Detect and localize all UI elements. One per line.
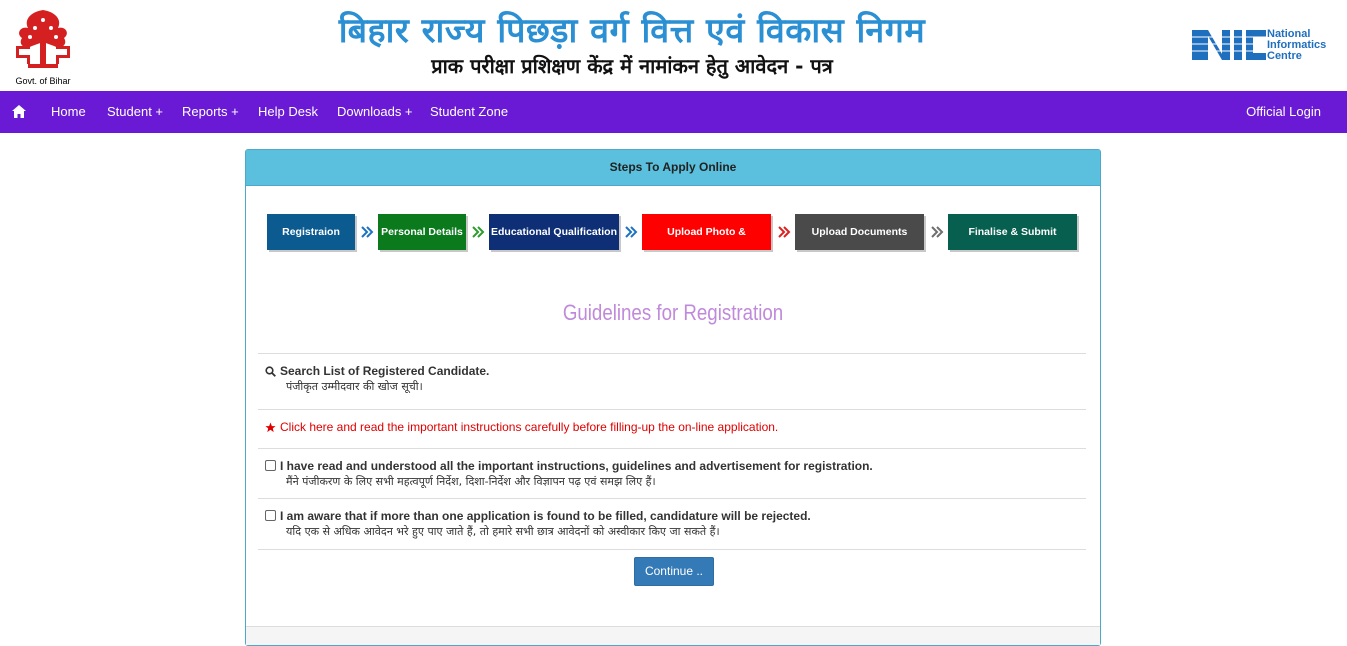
search-registered-link[interactable]: Search List of Registered Candidate. [265,364,489,380]
step-finalise-submit: Finalise & Submit [948,214,1077,250]
star-icon [265,422,276,436]
step-upload-documents: Upload Documents [795,214,924,250]
agree-row-2: I am aware that if more than one applica… [258,498,1086,550]
page-header: Govt. of Bihar बिहार राज्य पिछड़ा वर्ग व… [0,0,1347,91]
nav-student[interactable]: Student + [107,104,163,119]
nav-reports[interactable]: Reports + [182,104,239,119]
chevron-right-icon [777,225,791,239]
agree-hindi-2: यदि एक से अधिक आवेदन भरे हुए पाए जाते है… [286,525,720,538]
page-subtitle: प्राक परीक्षा प्रशिक्षण केंद्र में नामां… [431,54,833,78]
agree-checkbox-1[interactable] [265,460,276,471]
steps-panel: Steps To Apply Online Registraion Person… [245,149,1101,646]
page-title: बिहार राज्य पिछड़ा वर्ग वित्त एवं विकास … [338,11,926,51]
nav-downloads[interactable]: Downloads + [337,104,413,119]
step-registration: Registraion [267,214,355,250]
search-row: Search List of Registered Candidate. पंज… [258,353,1086,410]
agree-row-1: I have read and understood all the impor… [258,448,1086,499]
agree-hindi-1: मैंने पंजीकरण के लिए सभी महत्वपूर्ण निर्… [286,475,656,488]
steps-progress: Registraion Personal Details Educational… [267,214,1087,274]
nav-help-desk[interactable]: Help Desk [258,104,318,119]
agree-checkbox-2[interactable] [265,510,276,521]
nav-home[interactable]: Home [51,104,86,119]
chevron-right-icon [471,225,485,239]
continue-button[interactable]: Continue .. [634,557,714,586]
step-educational-qualification: Educational Qualification [489,214,619,250]
chevron-right-icon [624,225,638,239]
agree-label-1: I have read and understood all the impor… [280,459,873,473]
agree-label-2: I am aware that if more than one applica… [280,509,811,523]
step-upload-photo-signature: Upload Photo & Signature [642,214,771,274]
chevron-right-icon [930,225,944,239]
guidelines-title: Guidelines for Registration [562,300,784,325]
instructions-link[interactable]: Click here and read the important instru… [265,420,778,436]
step-personal-details: Personal Details [378,214,466,250]
nic-label: National Informatics Centre [1267,28,1327,62]
nav-student-zone[interactable]: Student Zone [430,104,508,119]
search-icon [265,366,276,380]
instructions-row: Click here and read the important instru… [258,409,1086,449]
search-hindi-text: पंजीकृत उम्मीदवार की खोज सूची। [286,380,423,393]
main-navbar: Home Student + Reports + Help Desk Downl… [0,91,1347,133]
chevron-right-icon [360,225,374,239]
home-icon[interactable] [12,105,26,118]
nav-official-login[interactable]: Official Login [1246,104,1321,119]
panel-heading: Steps To Apply Online [246,150,1100,186]
